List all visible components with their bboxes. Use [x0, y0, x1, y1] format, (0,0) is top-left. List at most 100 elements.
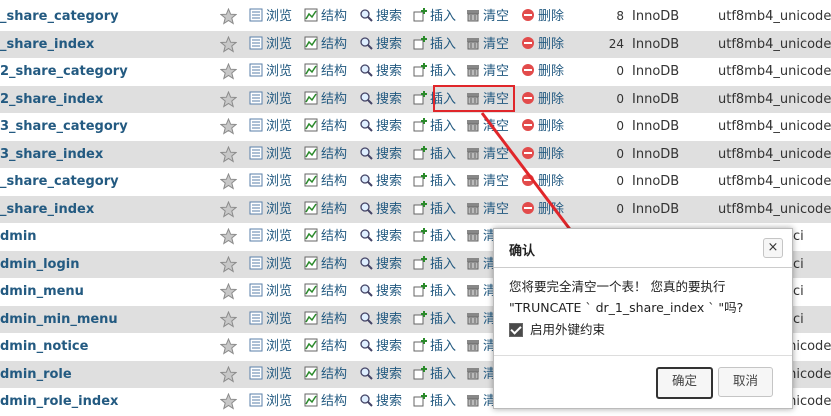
browse-link[interactable]: 浏览	[249, 196, 292, 223]
browse-link[interactable]: 浏览	[249, 223, 292, 250]
table-name-link[interactable]: dmin	[0, 223, 37, 250]
table-name-link[interactable]: _share_index	[0, 31, 94, 58]
star-icon[interactable]	[219, 365, 238, 383]
browse-link[interactable]: 浏览	[249, 113, 292, 140]
structure-link[interactable]: 结构	[304, 251, 347, 278]
empty-link[interactable]: 清空	[466, 113, 509, 140]
table-name-link[interactable]: _share_category	[0, 168, 119, 195]
search-link[interactable]: 搜索	[359, 58, 402, 85]
structure-link[interactable]: 结构	[304, 113, 347, 140]
drop-link[interactable]: 删除	[521, 3, 564, 30]
browse-link[interactable]: 浏览	[249, 3, 292, 30]
structure-link[interactable]: 结构	[304, 3, 347, 30]
table-name-link[interactable]: 2_share_index	[0, 86, 103, 113]
drop-link[interactable]: 删除	[521, 196, 564, 223]
browse-link[interactable]: 浏览	[249, 168, 292, 195]
empty-link[interactable]: 清空	[466, 141, 509, 168]
search-link[interactable]: 搜索	[359, 278, 402, 305]
insert-link[interactable]: 插入	[413, 388, 456, 415]
drop-link[interactable]: 删除	[521, 168, 564, 195]
table-name-link[interactable]: dmin_notice	[0, 333, 88, 360]
browse-link[interactable]: 浏览	[249, 306, 292, 333]
table-name-link[interactable]: dmin_role_index	[0, 388, 118, 415]
star-icon[interactable]	[219, 227, 238, 245]
structure-link[interactable]: 结构	[304, 86, 347, 113]
drop-link[interactable]: 删除	[521, 141, 564, 168]
browse-link[interactable]: 浏览	[249, 141, 292, 168]
structure-link[interactable]: 结构	[304, 388, 347, 415]
structure-link[interactable]: 结构	[304, 333, 347, 360]
insert-link[interactable]: 插入	[413, 3, 456, 30]
star-icon[interactable]	[219, 7, 238, 25]
table-name-link[interactable]: dmin_login	[0, 251, 79, 278]
table-name-link[interactable]: 3_share_category	[0, 113, 128, 140]
star-icon[interactable]	[219, 35, 238, 53]
cancel-button[interactable]: 取消	[718, 367, 773, 397]
structure-link[interactable]: 结构	[304, 306, 347, 333]
star-icon[interactable]	[219, 172, 238, 190]
table-name-link[interactable]: dmin_menu	[0, 278, 84, 305]
star-icon[interactable]	[219, 392, 238, 410]
insert-link[interactable]: 插入	[413, 113, 456, 140]
table-name-link[interactable]: 3_share_index	[0, 141, 103, 168]
search-link[interactable]: 搜索	[359, 3, 402, 30]
table-name-link[interactable]: _share_category	[0, 3, 119, 30]
drop-link[interactable]: 删除	[521, 113, 564, 140]
search-link[interactable]: 搜索	[359, 388, 402, 415]
empty-link[interactable]: 清空	[466, 31, 509, 58]
insert-link[interactable]: 插入	[413, 251, 456, 278]
search-link[interactable]: 搜索	[359, 223, 402, 250]
insert-link[interactable]: 插入	[413, 333, 456, 360]
search-link[interactable]: 搜索	[359, 251, 402, 278]
search-link[interactable]: 搜索	[359, 31, 402, 58]
star-icon[interactable]	[219, 145, 238, 163]
star-icon[interactable]	[219, 255, 238, 273]
structure-link[interactable]: 结构	[304, 361, 347, 388]
star-icon[interactable]	[219, 310, 238, 328]
browse-link[interactable]: 浏览	[249, 58, 292, 85]
drop-link[interactable]: 删除	[521, 58, 564, 85]
structure-link[interactable]: 结构	[304, 196, 347, 223]
browse-link[interactable]: 浏览	[249, 333, 292, 360]
structure-link[interactable]: 结构	[304, 223, 347, 250]
star-icon[interactable]	[219, 282, 238, 300]
table-name-link[interactable]: 2_share_category	[0, 58, 128, 85]
search-link[interactable]: 搜索	[359, 196, 402, 223]
table-name-link[interactable]: dmin_min_menu	[0, 306, 118, 333]
structure-link[interactable]: 结构	[304, 31, 347, 58]
browse-link[interactable]: 浏览	[249, 278, 292, 305]
search-link[interactable]: 搜索	[359, 306, 402, 333]
foreign-key-checkbox[interactable]	[509, 322, 523, 337]
empty-link[interactable]: 清空	[466, 3, 509, 30]
ok-button[interactable]: 确定	[656, 367, 713, 399]
insert-link[interactable]: 插入	[413, 196, 456, 223]
close-icon[interactable]: ×	[763, 238, 783, 258]
empty-link[interactable]: 清空	[466, 58, 509, 85]
drop-link[interactable]: 删除	[521, 31, 564, 58]
insert-link[interactable]: 插入	[413, 361, 456, 388]
star-icon[interactable]	[219, 90, 238, 108]
search-link[interactable]: 搜索	[359, 168, 402, 195]
browse-link[interactable]: 浏览	[249, 251, 292, 278]
search-link[interactable]: 搜索	[359, 361, 402, 388]
star-icon[interactable]	[219, 200, 238, 218]
empty-link[interactable]: 清空	[466, 196, 509, 223]
insert-link[interactable]: 插入	[413, 223, 456, 250]
structure-link[interactable]: 结构	[304, 168, 347, 195]
browse-link[interactable]: 浏览	[249, 31, 292, 58]
structure-link[interactable]: 结构	[304, 58, 347, 85]
structure-link[interactable]: 结构	[304, 141, 347, 168]
foreign-key-checkbox-row[interactable]: 启用外键约束	[509, 319, 777, 340]
insert-link[interactable]: 插入	[413, 31, 456, 58]
search-link[interactable]: 搜索	[359, 333, 402, 360]
table-name-link[interactable]: _share_index	[0, 196, 94, 223]
star-icon[interactable]	[219, 117, 238, 135]
search-link[interactable]: 搜索	[359, 113, 402, 140]
search-link[interactable]: 搜索	[359, 141, 402, 168]
browse-link[interactable]: 浏览	[249, 86, 292, 113]
insert-link[interactable]: 插入	[413, 306, 456, 333]
table-name-link[interactable]: dmin_role	[0, 361, 72, 388]
insert-link[interactable]: 插入	[413, 168, 456, 195]
insert-link[interactable]: 插入	[413, 58, 456, 85]
empty-link[interactable]: 清空	[466, 168, 509, 195]
